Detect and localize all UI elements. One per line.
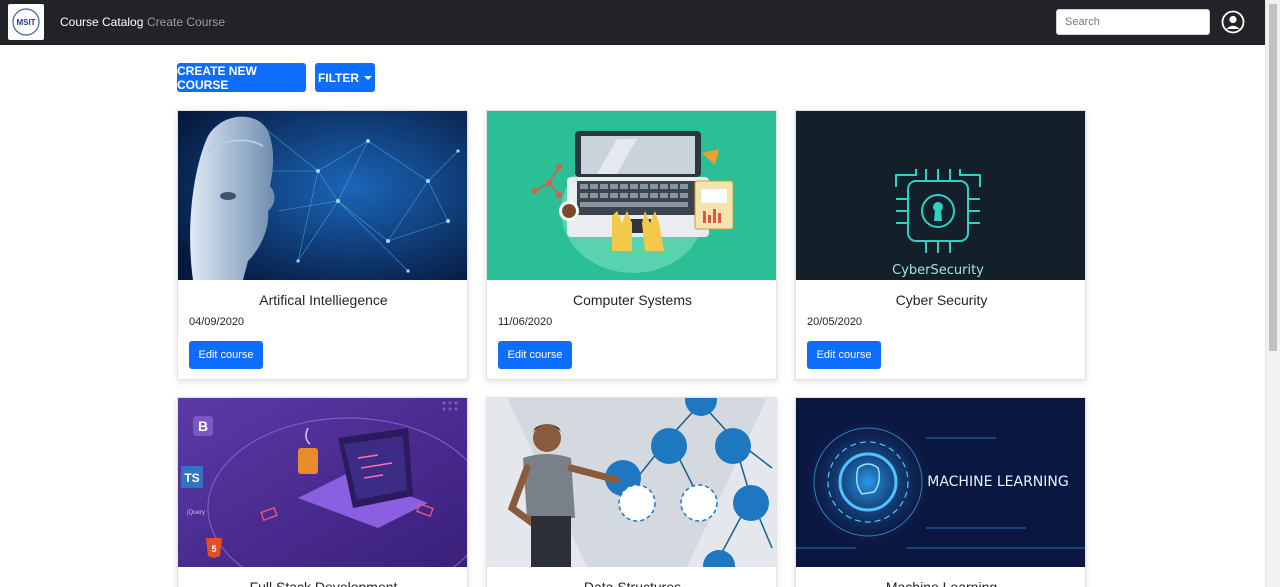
search-input[interactable] [1056,9,1210,35]
edit-course-button[interactable]: Edit course [807,341,881,369]
svg-text:B: B [198,418,208,434]
course-card-data-structures: Data Structures [486,397,777,587]
course-title: Full Stack Development [249,579,398,587]
course-title: Machine Learning [885,579,998,587]
course-title: Cyber Security [895,292,988,308]
course-image-computer-systems [487,111,776,280]
nav-course-catalog[interactable]: Course Catalog [60,15,143,29]
navbar: MSIT Course Catalog Create Course [0,0,1265,45]
scrollbar-thumb[interactable] [1269,4,1277,351]
course-image-data-structures [487,398,776,567]
msit-logo[interactable]: MSIT [8,4,44,40]
course-card-cyber-security: CyberSecurity Cyber Security 20/05/2020 … [795,110,1086,380]
filter-label: FILTER [317,70,360,85]
create-new-course-label: CREATE NEW COURSE [177,63,257,92]
svg-text:MSIT: MSIT [16,18,35,27]
edit-course-label: Edit course [198,349,254,361]
svg-text:5: 5 [211,544,216,554]
course-image-machine-learning: MACHINE LEARNING [796,398,1085,567]
svg-text:MACHINE LEARNING: MACHINE LEARNING [927,474,1068,490]
course-card-computer-systems: Computer Systems 11/06/2020 Edit course [486,110,777,380]
course-title: Computer Systems [572,292,693,308]
course-title: Artifical Intelliegence [259,292,388,308]
course-card-machine-learning: MACHINE LEARNING Machine Learning [795,397,1086,587]
page-scrollbar[interactable] [1265,0,1280,587]
course-card-full-stack: B TS jQuery 5 Full Stack Development [177,397,468,587]
course-title: Data Structures [583,579,682,587]
filter-dropdown-button[interactable]: FILTER [315,63,375,92]
edit-course-button[interactable]: Edit course [498,341,572,369]
svg-text:CyberSecurity: CyberSecurity [892,263,984,278]
course-image-ai [178,111,467,280]
course-image-cyber-security: CyberSecurity [796,111,1085,280]
svg-text:TS: TS [184,471,199,485]
course-date: 04/09/2020 [189,316,245,328]
svg-text:jQuery: jQuery [186,510,205,516]
edit-course-label: Edit course [816,349,872,361]
course-date: 11/06/2020 [498,316,553,328]
caret-down-icon [364,75,373,80]
edit-course-button[interactable]: Edit course [189,341,263,369]
nav-create-course[interactable]: Create Course [147,15,225,29]
course-image-full-stack: B TS jQuery 5 [178,398,467,567]
course-card-ai: Artifical Intelliegence 04/09/2020 Edit … [177,110,468,380]
course-date: 20/05/2020 [807,316,863,328]
edit-course-label: Edit course [507,349,563,361]
user-avatar-icon[interactable] [1221,10,1245,34]
create-new-course-button[interactable]: CREATE NEW COURSE [177,63,306,92]
